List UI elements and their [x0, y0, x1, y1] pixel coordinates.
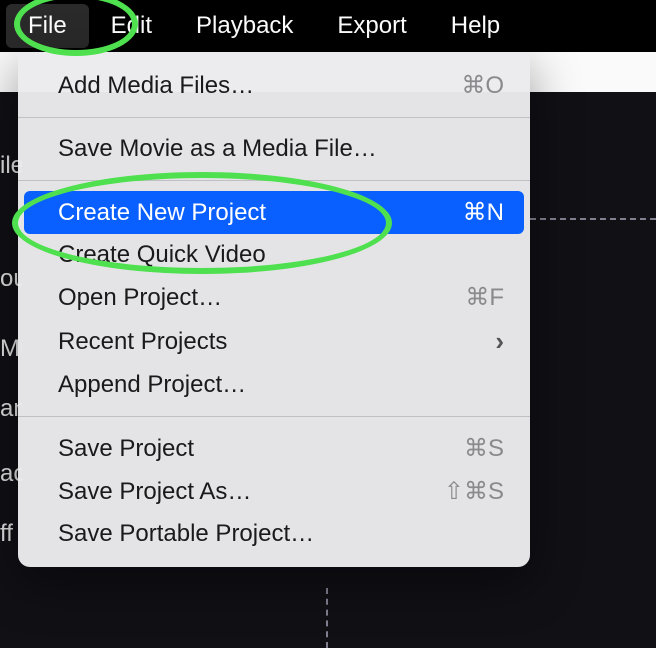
file-menu-dropdown: Add Media Files… ⌘O Save Movie as a Medi… [18, 52, 530, 567]
menu-item-add-media-files[interactable]: Add Media Files… ⌘O [24, 64, 524, 107]
menu-group: Add Media Files… ⌘O [18, 60, 530, 111]
menu-item-open-project[interactable]: Open Project… ⌘F [24, 276, 524, 319]
menu-item-append-project[interactable]: Append Project… [24, 364, 524, 406]
menu-item-label: Add Media Files… [58, 72, 254, 100]
menubar-item-file[interactable]: File [6, 4, 89, 48]
menu-item-label: Open Project… [58, 284, 222, 312]
menu-item-save-movie-as-media[interactable]: Save Movie as a Media File… [24, 128, 524, 170]
menubar-item-edit[interactable]: Edit [89, 4, 174, 48]
menu-item-save-project-as[interactable]: Save Project As… ⇧⌘S [24, 470, 524, 513]
menu-item-shortcut: ⌘N [463, 198, 504, 227]
menu-item-label: Append Project… [58, 371, 246, 399]
menubar-item-playback[interactable]: Playback [174, 4, 315, 48]
menu-item-label: Save Project [58, 435, 194, 463]
menu-item-shortcut: ⌘O [461, 71, 504, 100]
menu-separator [18, 180, 530, 181]
menu-group: Save Project ⌘S Save Project As… ⇧⌘S Sav… [18, 423, 530, 559]
menu-item-shortcut: ⌘S [464, 434, 504, 463]
menu-item-shortcut: ⇧⌘S [444, 477, 504, 506]
menu-separator [18, 416, 530, 417]
menu-item-label: Create New Project [58, 199, 266, 227]
timeline-guide-vertical [326, 588, 328, 648]
menu-item-shortcut: ⌘F [465, 283, 504, 312]
menubar-item-help[interactable]: Help [429, 4, 522, 48]
chevron-right-icon: › [495, 326, 504, 357]
menu-item-recent-projects[interactable]: Recent Projects › [24, 319, 524, 364]
menu-item-create-quick-video[interactable]: Create Quick Video [24, 234, 524, 276]
menu-item-save-project[interactable]: Save Project ⌘S [24, 427, 524, 470]
menu-group: Create New Project ⌘N Create Quick Video… [18, 187, 530, 410]
timeline-guide-horizontal [530, 218, 656, 220]
menu-item-label: Save Project As… [58, 478, 251, 506]
menu-group: Save Movie as a Media File… [18, 124, 530, 174]
menu-item-create-new-project[interactable]: Create New Project ⌘N [24, 191, 524, 234]
menubar: File Edit Playback Export Help [0, 0, 656, 52]
menubar-item-export[interactable]: Export [315, 4, 428, 48]
menu-item-label: Save Portable Project… [58, 520, 314, 548]
menu-item-label: Save Movie as a Media File… [58, 135, 377, 163]
menu-item-label: Recent Projects [58, 328, 227, 356]
menu-item-save-portable-project[interactable]: Save Portable Project… [24, 513, 524, 555]
menu-separator [18, 117, 530, 118]
menu-item-label: Create Quick Video [58, 241, 266, 269]
